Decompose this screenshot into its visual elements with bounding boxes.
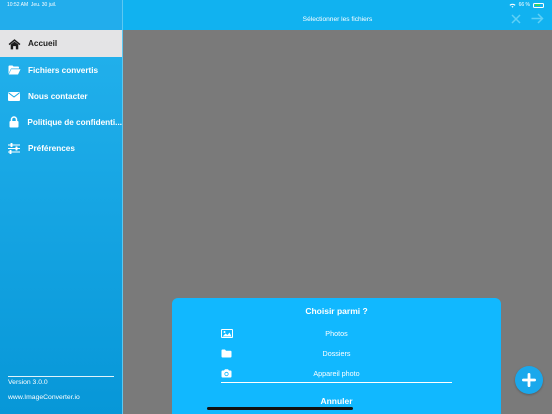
option-camera[interactable]: Appareil photo <box>221 367 452 381</box>
sidebar-item-preferences[interactable]: Préférences <box>0 135 122 161</box>
home-indicator[interactable] <box>207 407 353 410</box>
source-picker-sheet: Choisir parmi ? Photos Dossiers Appareil… <box>172 298 501 414</box>
status-right: 66 % <box>509 2 544 8</box>
arrow-right-icon[interactable] <box>531 13 544 24</box>
sidebar-nav: Accueil Fichiers convertis Nous contacte… <box>0 30 122 161</box>
website-link[interactable]: www.ImageConverter.io <box>8 394 80 401</box>
option-folders[interactable]: Dossiers <box>221 347 452 361</box>
envelope-icon <box>0 91 28 101</box>
option-label: Appareil photo <box>313 369 360 378</box>
folder-open-icon <box>0 65 28 75</box>
home-icon <box>0 38 28 50</box>
close-icon[interactable] <box>511 14 521 24</box>
option-photos[interactable]: Photos <box>221 327 452 341</box>
sheet-title: Choisir parmi ? <box>305 306 368 316</box>
sidebar-item-converted-files[interactable]: Fichiers convertis <box>0 57 122 83</box>
sidebar-item-privacy-policy[interactable]: Politique de confidenti... <box>0 109 122 135</box>
sidebar-footer-divider <box>8 376 114 377</box>
app-version: Version 3.0.0 <box>8 379 48 386</box>
sidebar-item-label: Accueil <box>28 39 58 48</box>
battery-icon <box>533 2 544 8</box>
sidebar: Accueil Fichiers convertis Nous contacte… <box>0 0 122 414</box>
status-time-date: 10:52 AM Jeu. 30 juil. <box>7 2 57 8</box>
sidebar-item-home[interactable]: Accueil <box>0 30 122 57</box>
sidebar-item-label: Fichiers convertis <box>28 65 99 75</box>
cancel-button[interactable]: Annuler <box>172 396 501 406</box>
sidebar-item-label: Nous contacter <box>28 91 88 101</box>
sidebar-item-contact[interactable]: Nous contacter <box>0 83 122 109</box>
option-label: Dossiers <box>322 349 351 358</box>
sidebar-item-label: Politique de confidenti... <box>27 117 122 127</box>
sheet-divider <box>221 382 452 383</box>
battery-percent: 66 % <box>518 2 530 8</box>
add-files-button[interactable] <box>515 366 543 394</box>
option-label: Photos <box>325 329 348 338</box>
plus-icon <box>522 373 536 387</box>
sidebar-divider <box>122 0 123 414</box>
status-bar: 10:52 AM Jeu. 30 juil. 66 % <box>0 0 552 10</box>
wifi-icon <box>509 3 516 8</box>
page-title: Sélectionner les fichiers <box>302 16 373 23</box>
sliders-icon <box>0 142 28 154</box>
lock-icon <box>0 116 27 128</box>
sidebar-item-label: Préférences <box>28 143 75 153</box>
